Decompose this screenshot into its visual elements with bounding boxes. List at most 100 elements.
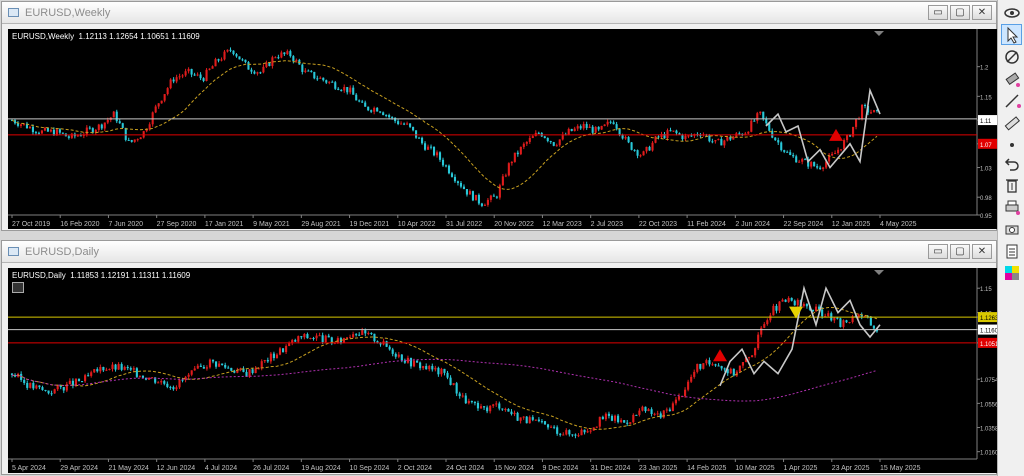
candle-body — [759, 111, 762, 114]
eye-tool-button[interactable] — [1001, 2, 1022, 23]
minimize-button[interactable]: ▭ — [928, 5, 948, 20]
ruler-tool-button[interactable] — [1001, 112, 1022, 133]
eraser-tool-button[interactable] — [1001, 68, 1022, 89]
candle-body — [437, 367, 440, 375]
candle-body — [223, 51, 226, 60]
candle-body — [283, 52, 286, 55]
candle-body — [96, 369, 99, 372]
candle-body — [483, 204, 486, 206]
candle-body — [446, 372, 449, 378]
candle-body — [848, 322, 851, 324]
candle-body — [565, 430, 568, 435]
candle-body — [650, 409, 653, 415]
candle-body — [409, 123, 412, 127]
price-tick-label: 0.95 — [980, 214, 992, 220]
color-palette-tool-button[interactable] — [1001, 262, 1022, 283]
camera-tool-button[interactable] — [1001, 218, 1022, 239]
candle-body — [531, 417, 534, 420]
candle-body — [790, 297, 793, 301]
candle-body — [337, 88, 340, 90]
daily-chart-window[interactable]: EURUSD,Daily ▭ ▢ ✕ 1.151.131.126321.1160… — [1, 240, 997, 475]
candle-body — [816, 166, 819, 168]
candle-body — [872, 325, 875, 329]
candle-body — [349, 87, 352, 93]
dot-icon — [1009, 142, 1014, 147]
cursor-tool-button[interactable] — [1001, 24, 1022, 45]
clipboard-tool-button[interactable] — [1001, 240, 1022, 261]
one-click-trading-icon[interactable] — [12, 282, 24, 293]
time-tick-label: 14 Feb 2025 — [687, 465, 726, 472]
candle-body — [266, 360, 269, 362]
candle-body — [232, 50, 235, 55]
daily-chart-area[interactable]: 1.151.131.126321.116091.105181.075401.05… — [8, 268, 997, 473]
candle-body — [208, 68, 211, 70]
candle-body — [804, 159, 807, 161]
candle-body — [659, 413, 662, 418]
minimize-button[interactable]: ▭ — [928, 244, 948, 259]
candle-body — [112, 111, 115, 118]
candle-body — [573, 128, 576, 132]
candle-body — [321, 335, 324, 343]
candle-body — [671, 403, 674, 411]
maximize-button[interactable]: ▢ — [950, 244, 970, 259]
candle-body — [525, 416, 528, 424]
candle-body — [638, 410, 641, 415]
candle-body — [62, 387, 65, 391]
candle-body — [307, 70, 310, 72]
candle-body — [507, 163, 510, 176]
candle-body — [248, 369, 251, 377]
close-button[interactable]: ✕ — [972, 244, 992, 259]
candle-body — [717, 365, 720, 367]
candle-body — [325, 80, 328, 83]
candle-body — [154, 106, 157, 113]
weekly-chart-window[interactable]: EURUSD,Weekly ▭ ▢ ✕ 1.2 1.15 1.11 1.07 1.03 0… — [1, 1, 997, 231]
candle-body — [178, 379, 181, 388]
print-tool-button[interactable] — [1001, 196, 1022, 217]
candle-body — [471, 191, 474, 201]
candle-body — [720, 138, 723, 146]
candle-body — [327, 335, 330, 338]
candle-body — [833, 317, 836, 321]
moving-average-slow — [11, 358, 878, 402]
candle-body — [583, 429, 586, 433]
maximize-button[interactable]: ▢ — [950, 5, 970, 20]
daily-titlebar[interactable]: EURUSD,Daily ▭ ▢ ✕ — [2, 241, 996, 263]
candle-body — [358, 100, 361, 102]
candle-body — [470, 401, 473, 403]
weekly-chart-area[interactable]: 1.2 1.15 1.11 1.07 1.03 0.98 0.95 27 Oct 2019 16… — [8, 29, 997, 229]
candle-body — [606, 121, 609, 125]
close-button[interactable]: ✕ — [972, 5, 992, 20]
line-tool-icon — [1004, 93, 1021, 108]
time-tick-label: 12 Mar 2023 — [542, 221, 581, 228]
candle-body — [218, 363, 221, 367]
candle-body — [869, 112, 873, 114]
weekly-titlebar[interactable]: EURUSD,Weekly ▭ ▢ ✕ — [2, 2, 996, 24]
candle-body — [230, 367, 233, 371]
candle-body — [519, 417, 522, 421]
candle-body — [277, 57, 280, 59]
candle-body — [253, 71, 256, 74]
price-tick-label: 1.15 — [980, 287, 992, 293]
line-tool-tool-button[interactable] — [1001, 90, 1022, 111]
candle-body — [522, 143, 525, 147]
candle-body — [133, 139, 136, 142]
candle-body — [202, 78, 205, 81]
candle-body — [447, 165, 451, 174]
candle-body — [286, 51, 289, 55]
candle-body — [85, 127, 88, 135]
trash-tool-button[interactable] — [1001, 174, 1022, 195]
candle-body — [468, 191, 471, 195]
candle-body — [543, 421, 547, 425]
no-magnet-tool-button[interactable] — [1001, 46, 1022, 67]
candle-body — [364, 330, 367, 334]
candle-body — [124, 127, 127, 140]
candle-body — [672, 130, 675, 132]
candle-body — [805, 303, 808, 307]
undo-tool-button[interactable] — [1001, 152, 1022, 173]
candle-body — [108, 368, 111, 370]
price-tick-label: 1.01600 — [980, 451, 997, 457]
candle-body — [577, 435, 580, 437]
candle-body — [654, 136, 657, 143]
candle-body — [798, 161, 801, 163]
candle-body — [41, 387, 44, 390]
